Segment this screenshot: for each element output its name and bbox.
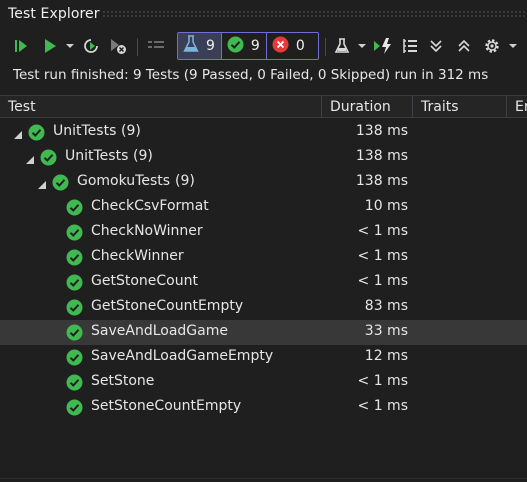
- test-row[interactable]: GetStoneCountEmpty 83 ms: [0, 295, 527, 320]
- passed-icon: [52, 174, 69, 191]
- test-name: CheckWinner: [91, 248, 184, 264]
- test-row[interactable]: GetStoneCount < 1 ms: [0, 270, 527, 295]
- run-dropdown-chevron-icon[interactable]: [64, 34, 76, 58]
- test-duration: < 1 ms: [357, 223, 408, 239]
- passed-icon: [66, 399, 83, 416]
- run-after-build-icon[interactable]: [371, 34, 395, 58]
- test-run-summary: Test run finished: 9 Tests (9 Passed, 0 …: [13, 67, 489, 83]
- passed-tests-count: 9: [250, 38, 260, 54]
- test-duration: < 1 ms: [357, 248, 408, 264]
- passed-icon: [66, 224, 83, 241]
- tree-group-row[interactable]: UnitTests (9) 138 ms: [0, 145, 527, 170]
- test-count: (9): [121, 123, 141, 139]
- expand-all-icon[interactable]: [426, 34, 446, 58]
- test-row[interactable]: SetStoneCountEmpty < 1 ms: [0, 395, 527, 420]
- test-name: CheckCsvFormat: [91, 198, 209, 214]
- test-duration: < 1 ms: [357, 398, 408, 414]
- expanded-caret-icon[interactable]: [38, 178, 46, 193]
- failed-tests-count: 0: [295, 38, 305, 54]
- test-duration: < 1 ms: [357, 373, 408, 389]
- test-duration: 10 ms: [364, 198, 408, 214]
- group-by-icon[interactable]: [399, 34, 421, 58]
- column-header-test[interactable]: Test: [0, 96, 322, 118]
- total-tests-count: 9: [206, 38, 215, 54]
- run-all-icon[interactable]: [11, 34, 35, 58]
- test-count: (9): [175, 173, 195, 189]
- expanded-caret-icon[interactable]: [14, 128, 22, 143]
- toolbar: 9 9 0: [0, 29, 527, 63]
- test-name: GetStoneCountEmpty: [91, 298, 244, 314]
- test-name: CheckNoWinner: [91, 223, 203, 239]
- tree-group-row[interactable]: GomokuTests (9) 138 ms: [0, 170, 527, 195]
- playlist-icon[interactable]: [144, 34, 168, 58]
- test-duration: 138 ms: [355, 123, 408, 139]
- passed-icon: [66, 374, 83, 391]
- window-title: Test Explorer: [8, 6, 100, 22]
- failed-icon: [272, 36, 289, 57]
- test-name: UnitTests: [65, 148, 129, 164]
- test-duration: 83 ms: [364, 298, 408, 314]
- test-row[interactable]: SaveAndLoadGame 33 ms: [0, 320, 527, 345]
- passed-icon: [66, 199, 83, 216]
- test-name: SaveAndLoadGame: [91, 323, 228, 339]
- column-header-error[interactable]: Er: [507, 96, 527, 118]
- test-row[interactable]: CheckNoWinner < 1 ms: [0, 220, 527, 245]
- analyze-icon[interactable]: [331, 34, 353, 58]
- passed-icon: [227, 36, 244, 57]
- test-duration: 12 ms: [364, 348, 408, 364]
- test-name: UnitTests: [53, 123, 117, 139]
- repeat-last-run-icon[interactable]: [80, 34, 102, 58]
- settings-icon[interactable]: [481, 34, 503, 58]
- column-header-row: Test Duration Traits Er: [0, 95, 527, 118]
- column-header-traits[interactable]: Traits: [413, 96, 507, 118]
- test-duration: 33 ms: [364, 323, 408, 339]
- test-name: SetStoneCountEmpty: [91, 398, 242, 414]
- collapse-all-icon[interactable]: [454, 34, 474, 58]
- title-bar: Test Explorer: [0, 0, 527, 29]
- analyze-dropdown-chevron-icon[interactable]: [356, 34, 368, 58]
- settings-dropdown-chevron-icon[interactable]: [506, 34, 520, 58]
- test-name: GetStoneCount: [91, 273, 198, 289]
- test-duration: 138 ms: [355, 173, 408, 189]
- total-tests-filter[interactable]: 9: [178, 33, 222, 59]
- test-tree-grid: Test Duration Traits Er UnitTests (9) 138 …: [0, 95, 527, 482]
- passed-tests-filter[interactable]: 9: [222, 33, 266, 59]
- toolbar-separator: [137, 38, 138, 56]
- passed-icon: [40, 149, 57, 166]
- test-row[interactable]: SaveAndLoadGameEmpty 12 ms: [0, 345, 527, 370]
- test-count: (9): [133, 148, 153, 164]
- test-name: SetStone: [91, 373, 155, 389]
- passed-icon: [28, 124, 45, 141]
- passed-icon: [66, 349, 83, 366]
- failed-tests-filter[interactable]: 0: [265, 33, 311, 59]
- test-counters: 9 9 0: [177, 32, 319, 60]
- test-row[interactable]: CheckCsvFormat 10 ms: [0, 195, 527, 220]
- passed-icon: [66, 274, 83, 291]
- tree-group-row[interactable]: UnitTests (9) 138 ms: [0, 120, 527, 145]
- test-duration: 138 ms: [355, 148, 408, 164]
- test-duration: < 1 ms: [357, 273, 408, 289]
- passed-icon: [66, 324, 83, 341]
- test-name: SaveAndLoadGameEmpty: [91, 348, 274, 364]
- cancel-run-icon[interactable]: [107, 34, 129, 58]
- run-icon[interactable]: [40, 34, 60, 58]
- passed-icon: [66, 249, 83, 266]
- test-row[interactable]: SetStone < 1 ms: [0, 370, 527, 395]
- toolbar-separator: [325, 38, 326, 56]
- bottom-border: [0, 478, 527, 479]
- passed-icon: [66, 299, 83, 316]
- column-header-duration[interactable]: Duration: [322, 96, 413, 118]
- flask-icon: [183, 35, 199, 57]
- test-name: GomokuTests: [77, 173, 171, 189]
- drag-grip[interactable]: [102, 10, 527, 18]
- expanded-caret-icon[interactable]: [26, 153, 34, 168]
- test-row[interactable]: CheckWinner < 1 ms: [0, 245, 527, 270]
